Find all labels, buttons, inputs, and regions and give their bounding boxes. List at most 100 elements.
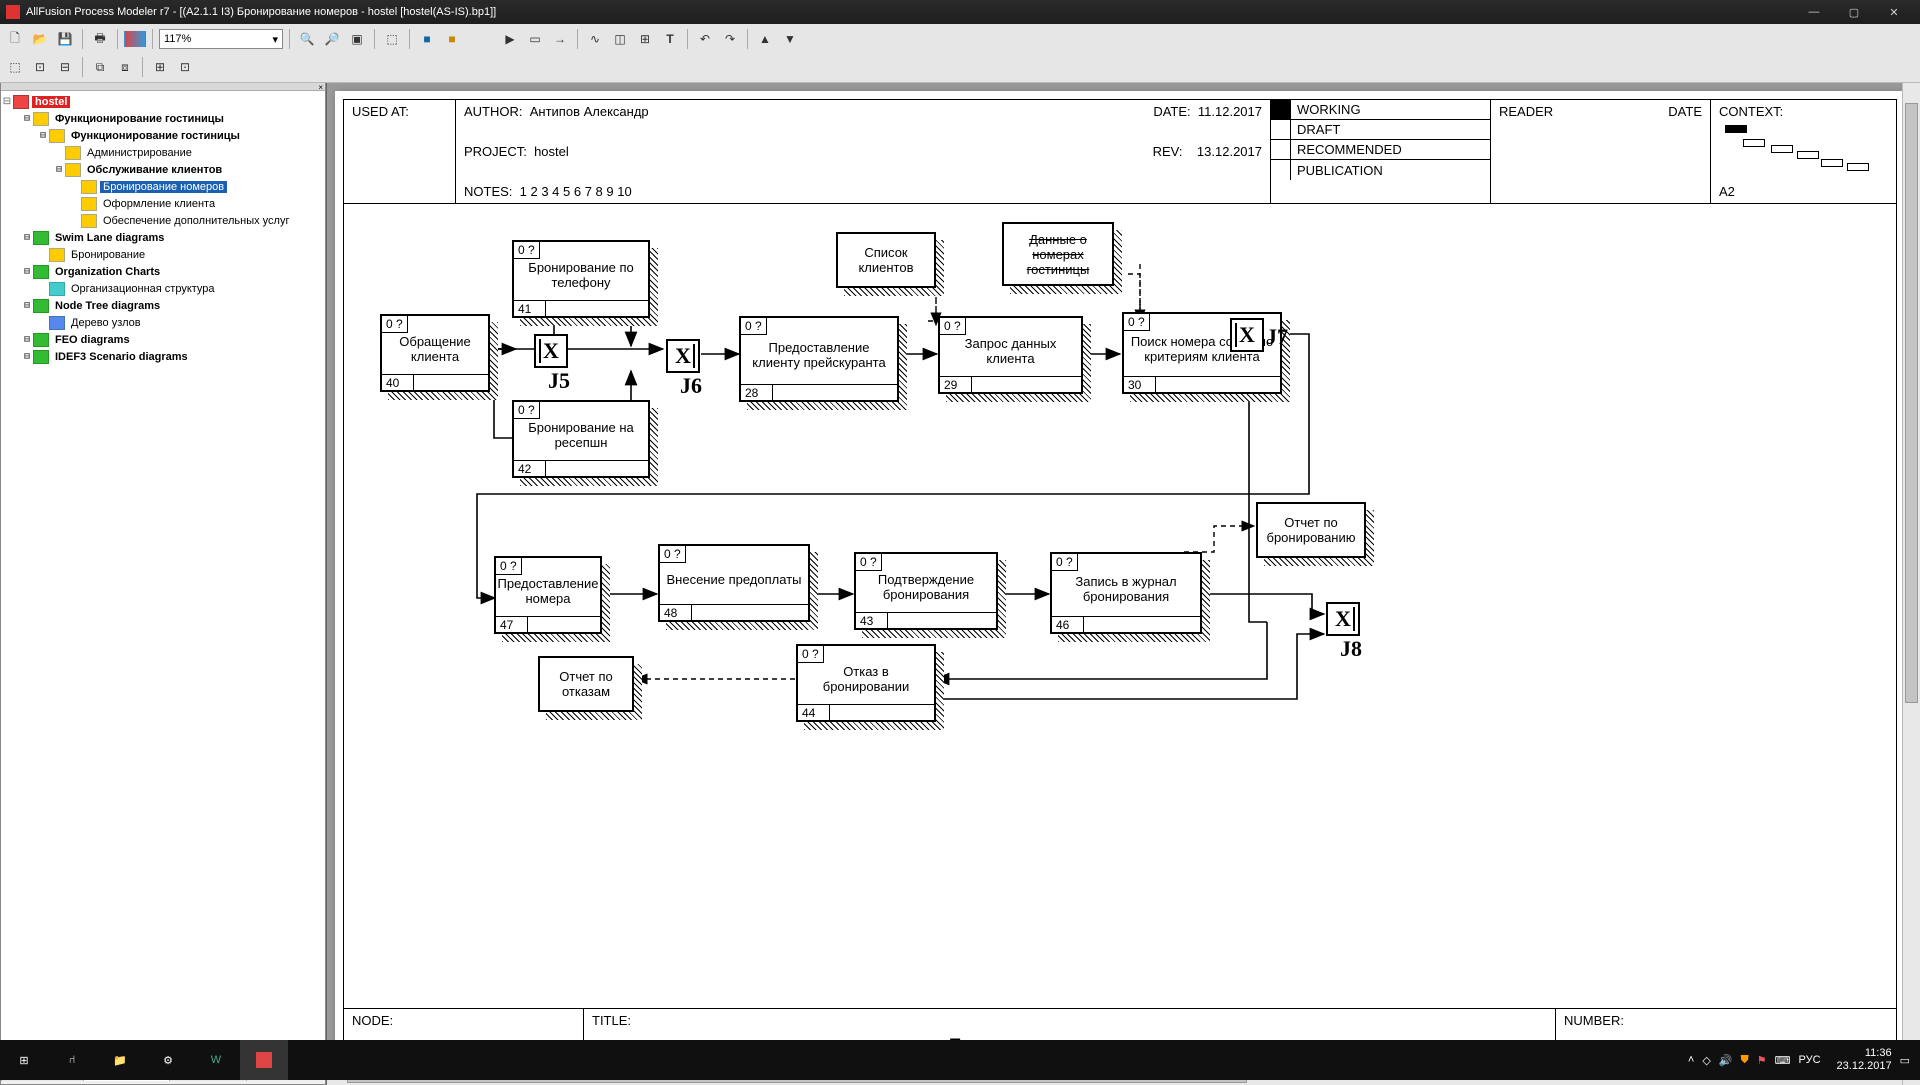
uob-b46[interactable]: 0 ? Запись в журнал бронирования 46	[1050, 552, 1202, 634]
junction-j6[interactable]: X	[666, 339, 700, 373]
uob-b41[interactable]: 0 ? Бронирование по телефону 41	[512, 240, 650, 318]
tree-item[interactable]: ⊟IDEF3 Scenario diagrams	[1, 348, 325, 365]
taskview-icon[interactable]: ⑁	[48, 1040, 96, 1080]
tree-item[interactable]: ⊟Swim Lane diagrams	[1, 229, 325, 246]
activity-icon[interactable]: ▭	[524, 28, 546, 50]
explorer-icon[interactable]: 📁	[96, 1040, 144, 1080]
junction-icon[interactable]: ⊞	[634, 28, 656, 50]
start-button[interactable]: ⊞	[0, 1040, 48, 1080]
ref-icon[interactable]: ◫	[609, 28, 631, 50]
text-icon[interactable]: T	[659, 28, 681, 50]
down-icon[interactable]: ▼	[779, 28, 801, 50]
tree-item[interactable]: Организационная структура	[1, 280, 325, 297]
junction-j5[interactable]: X	[534, 334, 568, 368]
uob-b44[interactable]: 0 ? Отказ в бронировании 44	[796, 644, 936, 722]
nav-icon[interactable]: ⬚	[381, 28, 403, 50]
tree-item[interactable]: Бронирование номеров	[1, 178, 325, 195]
junction-label: J6	[680, 373, 702, 399]
dict-icon[interactable]: ■	[416, 28, 438, 50]
pointer-icon[interactable]: ▶	[499, 28, 521, 50]
new-icon[interactable]: 🗋	[4, 28, 26, 50]
save-icon[interactable]: 💾	[54, 28, 76, 50]
tree-item[interactable]: Бронирование	[1, 246, 325, 263]
referent-r3[interactable]: Отчет по бронированию	[1256, 502, 1366, 558]
up-icon[interactable]: ▲	[754, 28, 776, 50]
tree-item[interactable]: Оформление клиента	[1, 195, 325, 212]
tree-item[interactable]: Обеспечение дополнительных услуг	[1, 212, 325, 229]
referent-r2[interactable]: Данные о номерах гостиницы	[1002, 222, 1114, 286]
uob-b48[interactable]: 0 ? Внесение предоплаты 48	[658, 544, 810, 622]
minimize-button[interactable]: —	[1794, 0, 1834, 24]
diagram-canvas[interactable]: USED AT: AUTHOR: Антипов Александр DATE:…	[326, 83, 1920, 1085]
clock[interactable]: 11:3623.12.2017	[1837, 1047, 1892, 1073]
tree-root[interactable]: ⊟hostel	[1, 93, 325, 110]
uob-b40[interactable]: 0 ? Обращение клиента 40	[380, 314, 490, 392]
close-button[interactable]: ✕	[1874, 0, 1914, 24]
zoom-out-icon[interactable]: 🔎	[321, 28, 343, 50]
chevron-up-icon[interactable]: ˄	[1688, 1054, 1694, 1066]
report7-icon[interactable]: ⊡	[174, 56, 196, 78]
vertical-scrollbar[interactable]	[1902, 83, 1920, 1085]
squiggle-icon[interactable]: ∿	[584, 28, 606, 50]
junction-label: J5	[548, 368, 570, 394]
diagram-header: USED AT: AUTHOR: Антипов Александр DATE:…	[344, 100, 1896, 204]
report1-icon[interactable]: ⬚	[4, 56, 26, 78]
report6-icon[interactable]: ⊞	[149, 56, 171, 78]
referent-r4[interactable]: Отчет по отказам	[538, 656, 634, 712]
arrow-icon[interactable]: →	[549, 28, 571, 50]
referent-r1[interactable]: Список клиентов	[836, 232, 936, 288]
tree-item[interactable]: ⊟Node Tree diagrams	[1, 297, 325, 314]
model-tree[interactable]: ⊟hostel⊟Функционирование гостиницы⊟Функц…	[1, 91, 325, 1056]
tree-item[interactable]: ⊟Функционирование гостиницы	[1, 127, 325, 144]
maximize-button[interactable]: ▢	[1834, 0, 1874, 24]
tree-item[interactable]: ⊟Organization Charts	[1, 263, 325, 280]
palette-icon[interactable]	[124, 31, 146, 47]
uob-b43[interactable]: 0 ? Подтверждение бронирования 43	[854, 552, 998, 630]
panel-grip[interactable]: ×	[1, 83, 325, 91]
notifications-icon[interactable]: ▭	[1900, 1054, 1910, 1067]
tree-item[interactable]: ⊟Функционирование гостиницы	[1, 110, 325, 127]
uob-b29[interactable]: 0 ? Запрос данных клиента 29	[938, 316, 1083, 394]
context-thumbnail	[1719, 119, 1888, 175]
lang-indicator[interactable]: РУС	[1799, 1054, 1821, 1066]
model-explorer: × ⊟hostel⊟Функционирование гостиницы⊟Фун…	[0, 83, 326, 1085]
bpwin-task-icon[interactable]	[240, 1040, 288, 1080]
settings-icon[interactable]: ⚙	[144, 1040, 192, 1080]
zoom-in-icon[interactable]: 🔍	[296, 28, 318, 50]
tree-item[interactable]: Дерево узлов	[1, 314, 325, 331]
system-tray[interactable]: ˄ ◇ 🔊 ⛊ ⚑ ⌨ РУС 11:3623.12.2017 ▭	[1688, 1047, 1920, 1073]
window-title: AllFusion Process Modeler r7 - [(A2.1.1 …	[26, 6, 1794, 18]
zoom-fit-icon[interactable]: ▣	[346, 28, 368, 50]
tree-item[interactable]: ⊟Обслуживание клиентов	[1, 161, 325, 178]
junction-label: J7	[1266, 324, 1288, 350]
main-area: × ⊟hostel⊟Функционирование гостиницы⊟Фун…	[0, 83, 1920, 1085]
uob-b47[interactable]: 0 ? Предоставление номера 47	[494, 556, 602, 634]
uob-b28[interactable]: 0 ? Предоставление клиенту прейскуранта …	[739, 316, 899, 402]
shield-icon[interactable]: ⛊	[1740, 1054, 1748, 1067]
open-icon[interactable]: 📂	[29, 28, 51, 50]
undo-icon[interactable]: ↶	[694, 28, 716, 50]
volume-icon[interactable]: 🔊	[1719, 1054, 1733, 1067]
zoom-combo[interactable]: 117%▾	[159, 29, 283, 49]
keyboard-icon[interactable]: ⌨	[1775, 1054, 1791, 1067]
diagram-body[interactable]: 0 ? Обращение клиента 40 0 ? Бронировани…	[344, 204, 1896, 1008]
report2-icon[interactable]: ⊡	[29, 56, 51, 78]
report3-icon[interactable]: ⊟	[54, 56, 76, 78]
word-icon[interactable]: W	[192, 1040, 240, 1080]
model-icon[interactable]: ■	[441, 28, 463, 50]
junction-j7[interactable]: X	[1230, 318, 1264, 352]
report4-icon[interactable]: ⧉	[89, 56, 111, 78]
windows-taskbar: ⊞ ⑁ 📁 ⚙ W ˄ ◇ 🔊 ⛊ ⚑ ⌨ РУС 11:3623.12.201…	[0, 1040, 1920, 1080]
uob-b42[interactable]: 0 ? Бронирование на ресепшн 42	[512, 400, 650, 478]
toolbar-area: 🗋 📂 💾 🖶 117%▾ 🔍 🔎 ▣ ⬚ ■ ■ ▶ ▭ → ∿ ◫ ⊞ T …	[0, 24, 1920, 83]
title-bar: AllFusion Process Modeler r7 - [(A2.1.1 …	[0, 0, 1920, 24]
junction-j8[interactable]: X	[1326, 602, 1360, 636]
print-icon[interactable]: 🖶	[89, 28, 111, 50]
network-icon[interactable]: ◇	[1702, 1054, 1710, 1067]
tree-item[interactable]: ⊟FEO diagrams	[1, 331, 325, 348]
flag-icon[interactable]: ⚑	[1757, 1054, 1767, 1067]
app-icon	[6, 5, 20, 19]
redo-icon[interactable]: ↷	[719, 28, 741, 50]
tree-item[interactable]: Администрирование	[1, 144, 325, 161]
report5-icon[interactable]: ⧈	[114, 56, 136, 78]
